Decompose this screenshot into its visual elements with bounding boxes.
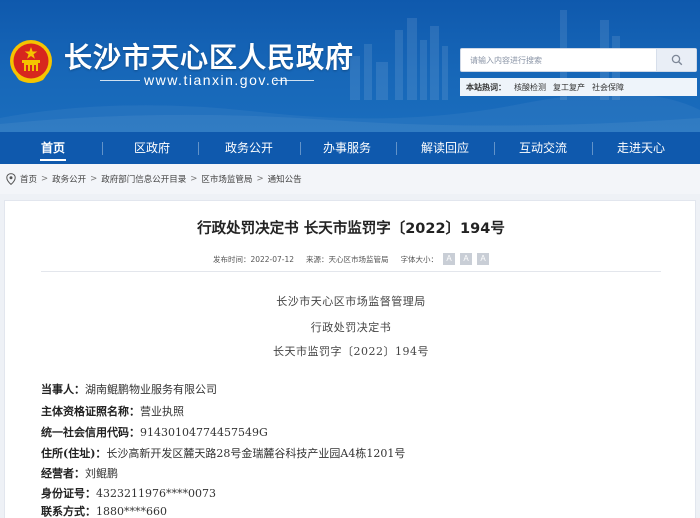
search-box	[460, 48, 697, 72]
meta-divider	[41, 271, 661, 272]
field-value: 长沙高新开发区麓天路28号金瑞麓谷科技产业园A4栋1201号	[106, 447, 406, 460]
breadcrumb-link-gov-affairs[interactable]: 政务公开	[52, 173, 86, 185]
field-party: 当事人：湖南鲲鹏物业服务有限公司	[41, 381, 217, 397]
breadcrumb-separator: >	[41, 174, 49, 184]
site-title[interactable]: 长沙市天心区人民政府	[64, 36, 354, 76]
breadcrumb-link-dept-directory[interactable]: 政府部门信息公开目录	[101, 173, 186, 185]
doc-type: 行政处罚决定书	[310, 321, 392, 334]
field-label: 住所(住址)：	[41, 447, 107, 460]
nav-item-home[interactable]: 首页	[40, 132, 66, 164]
nav-item-district-gov[interactable]: 区政府	[134, 132, 170, 164]
font-size-large-button[interactable]: A	[443, 253, 456, 265]
breadcrumb-separator: >	[90, 174, 98, 184]
field-value: 刘鲲鹏	[85, 467, 118, 480]
article-meta: 发布时间：2022-07-12 来源：天心区市场监管局 字体大小： A A A	[5, 253, 697, 265]
nav-item-interpretation[interactable]: 解读回应	[420, 132, 470, 164]
field-label: 联系方式：	[41, 505, 96, 518]
breadcrumb-link-home[interactable]: 首页	[20, 173, 37, 185]
field-value: 4323211976****0073	[96, 487, 216, 500]
search-input[interactable]	[461, 49, 657, 71]
nav-divider	[592, 142, 593, 155]
breadcrumb-separator: >	[190, 174, 198, 184]
font-size-medium-button[interactable]: A	[460, 253, 473, 265]
field-value: 1880****660	[96, 505, 167, 518]
site-url: www.tianxin.gov.cn	[144, 72, 290, 88]
doc-number: 长天市监罚字〔2022〕194号	[273, 345, 429, 358]
field-credit-code: 统一社会信用代码：91430104774457549G	[41, 424, 268, 440]
doc-issuer: 长沙市天心区市场监督管理局	[276, 295, 426, 308]
article-title: 行政处罚决定书 长天市监罚字〔2022〕194号	[197, 221, 505, 237]
field-value: 湖南鲲鹏物业服务有限公司	[85, 383, 217, 396]
article-card: 行政处罚决定书 长天市监罚字〔2022〕194号 发布时间：2022-07-12…	[4, 200, 696, 518]
location-pin-icon	[6, 173, 16, 185]
hot-words-bar: 本站热词： 核酸检测 复工复产 社会保障	[460, 78, 697, 96]
field-operator: 经营者：刘鲲鹏	[41, 465, 118, 481]
nav-divider	[102, 142, 103, 155]
site-header: 长沙市天心区人民政府 www.tianxin.gov.cn 本站热词： 核酸检测…	[0, 0, 700, 132]
hot-words-label: 本站热词：	[466, 82, 506, 92]
field-label: 身份证号：	[41, 487, 96, 500]
search-icon	[671, 54, 682, 66]
search-button[interactable]	[656, 49, 696, 71]
nav-divider	[300, 142, 301, 155]
field-value: 营业执照	[140, 405, 184, 418]
field-label: 经营者：	[41, 467, 85, 480]
hot-word-link[interactable]: 复工复产	[553, 82, 585, 93]
hot-word-link[interactable]: 社会保障	[592, 82, 624, 93]
font-size-label: 字体大小：	[400, 254, 439, 264]
nav-item-about-tianxin[interactable]: 走进天心	[616, 132, 666, 164]
field-label: 主体资格证照名称：	[41, 405, 140, 418]
nav-divider	[494, 142, 495, 155]
breadcrumb-link-notices[interactable]: 通知公告	[268, 173, 302, 185]
breadcrumb: 首页 > 政务公开 > 政府部门信息公开目录 > 区市场监管局 > 通知公告	[0, 164, 700, 194]
nav-item-gov-affairs[interactable]: 政务公开	[224, 132, 274, 164]
nav-item-services[interactable]: 办事服务	[322, 132, 372, 164]
url-divider-right	[274, 80, 314, 81]
field-contact: 联系方式：1880****660	[41, 503, 167, 518]
field-label: 当事人：	[41, 383, 85, 396]
article-source: 来源：天心区市场监管局	[306, 254, 389, 264]
field-address: 住所(住址)：长沙高新开发区麓天路28号金瑞麓谷科技产业园A4栋1201号	[41, 445, 405, 461]
field-label: 统一社会信用代码：	[41, 426, 140, 439]
publish-time: 发布时间：2022-07-12	[212, 254, 295, 264]
hot-word-link[interactable]: 核酸检测	[514, 82, 546, 93]
font-size-small-button[interactable]: A	[477, 253, 490, 265]
url-divider-left	[100, 80, 140, 81]
field-license-name: 主体资格证照名称：营业执照	[41, 403, 184, 419]
national-emblem-icon	[10, 40, 52, 83]
field-id-number: 身份证号：4323211976****0073	[41, 485, 216, 501]
breadcrumb-separator: >	[256, 174, 264, 184]
breadcrumb-link-market-bureau[interactable]: 区市场监管局	[201, 173, 252, 185]
main-nav: 首页 区政府 政务公开 办事服务 解读回应 互动交流 走进天心	[0, 132, 700, 164]
nav-divider	[396, 142, 397, 155]
nav-item-interaction[interactable]: 互动交流	[518, 132, 568, 164]
nav-divider	[198, 142, 199, 155]
field-value: 91430104774457549G	[140, 426, 268, 439]
